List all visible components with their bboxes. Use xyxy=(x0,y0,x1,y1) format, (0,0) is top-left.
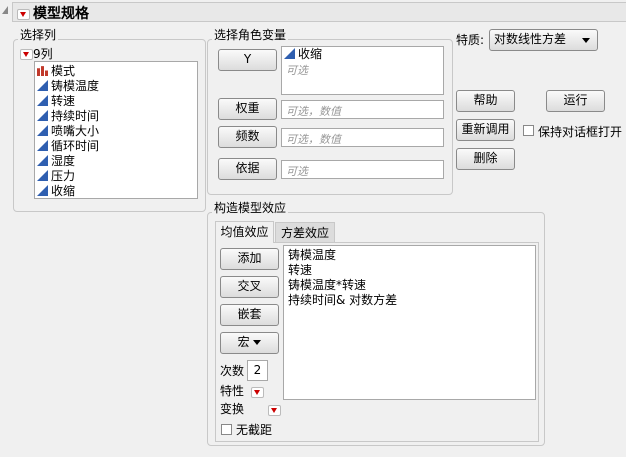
effect-item[interactable]: 持续时间& 对数方差 xyxy=(284,293,535,308)
y-button[interactable]: Y xyxy=(218,49,277,71)
effects-list[interactable]: 铸模温度 转速 铸模温度*转速 持续时间& 对数方差 xyxy=(283,245,536,400)
cross-button[interactable]: 交叉 xyxy=(220,276,279,298)
roles-label: 选择角色变量 xyxy=(212,26,289,43)
column-name: 转速 xyxy=(51,94,76,108)
nest-button[interactable]: 嵌套 xyxy=(220,304,279,326)
transform-label: 变换 xyxy=(220,402,245,416)
no-intercept-checkbox[interactable] xyxy=(221,424,232,435)
column-item[interactable]: 压力 xyxy=(35,169,197,184)
attributes-menu-icon[interactable] xyxy=(251,387,264,398)
chevron-down-icon xyxy=(582,38,590,43)
remove-button[interactable]: 删除 xyxy=(456,148,515,170)
transform-menu-icon[interactable] xyxy=(267,405,281,416)
continuous-icon xyxy=(37,140,48,151)
column-name: 压力 xyxy=(51,169,76,183)
freq-button[interactable]: 频数 xyxy=(218,126,277,148)
y-value: 收缩 xyxy=(298,47,323,61)
select-columns-label: 选择列 xyxy=(18,26,59,43)
continuous-icon xyxy=(37,185,48,196)
keep-open-label: 保持对话框打开 xyxy=(538,125,623,139)
by-button[interactable]: 依据 xyxy=(218,158,277,180)
column-item[interactable]: 收缩 xyxy=(35,184,197,199)
continuous-icon xyxy=(37,125,48,136)
column-name: 模式 xyxy=(51,64,76,78)
chevron-down-icon xyxy=(253,340,262,345)
effects-label: 构造模型效应 xyxy=(212,199,289,216)
effect-item[interactable]: 铸模温度 xyxy=(284,248,535,263)
column-name: 收缩 xyxy=(51,184,76,198)
weight-field[interactable]: 可选，数值 xyxy=(281,100,444,119)
personality-label: 特质: xyxy=(456,33,485,47)
continuous-icon xyxy=(37,170,48,181)
collapse-icon[interactable] xyxy=(2,6,8,14)
y-placeholder: 可选 xyxy=(286,64,308,77)
column-name: 喷嘴大小 xyxy=(51,124,100,138)
degree-label: 次数 xyxy=(220,364,245,378)
personality-value: 对数线性方差 xyxy=(494,32,567,46)
column-item[interactable]: 持续时间 xyxy=(35,109,197,124)
column-name: 循环时间 xyxy=(51,139,100,153)
page-title: 模型规格 xyxy=(33,6,89,22)
column-count: 9列 xyxy=(33,47,53,61)
column-list[interactable]: 模式 铸模温度 转速 持续时间 喷嘴大小 循环时间 湿度 压力 收缩 xyxy=(34,61,198,199)
red-triangle-menu-icon[interactable] xyxy=(17,9,30,20)
attributes-label: 特性 xyxy=(220,384,245,398)
column-item[interactable]: 循环时间 xyxy=(35,139,197,154)
by-field[interactable]: 可选 xyxy=(281,160,444,179)
column-name: 持续时间 xyxy=(51,109,100,123)
weight-button[interactable]: 权重 xyxy=(218,98,277,120)
column-item[interactable]: 转速 xyxy=(35,94,197,109)
help-button[interactable]: 帮助 xyxy=(456,90,515,112)
column-name: 湿度 xyxy=(51,154,76,168)
effect-item[interactable]: 铸模温度*转速 xyxy=(284,278,535,293)
tab-mean-effects[interactable]: 均值效应 xyxy=(215,221,274,243)
header-bar: 模型规格 xyxy=(12,2,626,22)
run-button[interactable]: 运行 xyxy=(546,90,605,112)
continuous-icon xyxy=(37,155,48,166)
macros-button[interactable]: 宏 xyxy=(220,332,279,354)
column-item[interactable]: 铸模温度 xyxy=(35,79,197,94)
continuous-icon xyxy=(37,80,48,91)
no-intercept-label: 无截距 xyxy=(236,423,273,437)
column-item[interactable]: 湿度 xyxy=(35,154,197,169)
continuous-icon xyxy=(37,110,48,121)
column-item[interactable]: 模式 xyxy=(35,64,197,79)
recall-button[interactable]: 重新调用 xyxy=(456,119,515,141)
keep-open-checkbox[interactable] xyxy=(523,125,534,136)
nominal-icon xyxy=(37,65,48,76)
continuous-icon xyxy=(37,95,48,106)
personality-select[interactable]: 对数线性方差 xyxy=(489,29,598,51)
column-item[interactable]: 喷嘴大小 xyxy=(35,124,197,139)
columns-menu[interactable]: 9列 xyxy=(20,45,53,62)
add-button[interactable]: 添加 xyxy=(220,248,279,270)
continuous-icon xyxy=(284,48,295,59)
freq-field[interactable]: 可选，数值 xyxy=(281,128,444,147)
red-triangle-menu-icon[interactable] xyxy=(20,49,33,60)
degree-input[interactable]: 2 xyxy=(247,360,268,381)
tab-variance-effects[interactable]: 方差效应 xyxy=(275,222,335,242)
y-role-list[interactable]: 收缩 可选 xyxy=(281,46,444,95)
effect-item[interactable]: 转速 xyxy=(284,263,535,278)
column-name: 铸模温度 xyxy=(51,79,100,93)
macros-label: 宏 xyxy=(237,335,250,349)
